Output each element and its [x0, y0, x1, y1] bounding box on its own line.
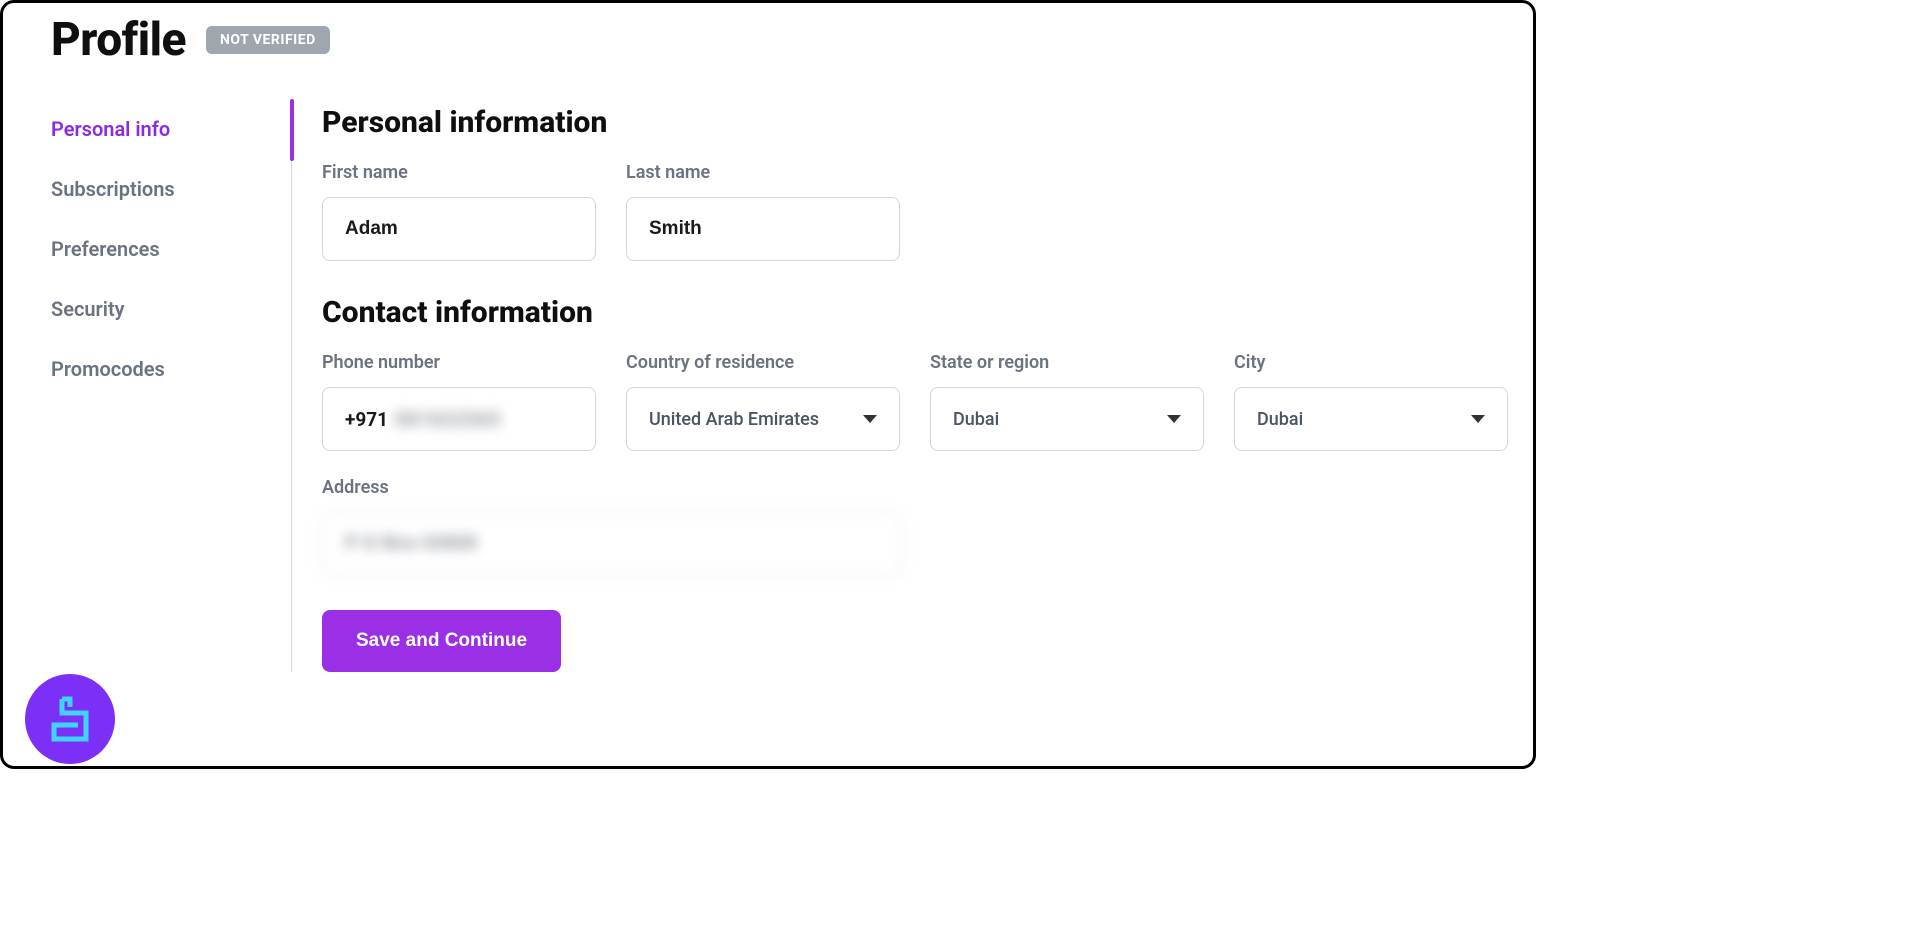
- address-label: Address: [322, 477, 902, 498]
- main-panel: Personal information First name Last nam…: [291, 99, 1533, 672]
- chevron-down-icon: [863, 415, 877, 423]
- sidebar-item-label: Promocodes: [51, 357, 165, 381]
- sidebar-item-subscriptions[interactable]: Subscriptions: [51, 159, 291, 219]
- country-label: Country of residence: [626, 352, 900, 373]
- city-group: City Dubai: [1234, 352, 1508, 451]
- page-title: Profile: [51, 13, 186, 67]
- sidebar-item-label: Security: [51, 297, 125, 321]
- last-name-label: Last name: [626, 162, 900, 183]
- sidebar-item-label: Subscriptions: [51, 177, 175, 201]
- sidebar-item-label: Personal info: [51, 117, 170, 141]
- name-row: First name Last name: [322, 162, 1513, 261]
- sidebar-active-accent: [290, 99, 294, 161]
- verification-badge: NOT VERIFIED: [206, 26, 330, 54]
- chevron-down-icon: [1167, 415, 1181, 423]
- address-row: Address: [322, 477, 1513, 576]
- save-continue-button[interactable]: Save and Continue: [322, 610, 561, 672]
- content: Personal info Subscriptions Preferences …: [3, 99, 1533, 672]
- phone-input[interactable]: +971 581022565: [322, 387, 596, 451]
- sidebar-item-promocodes[interactable]: Promocodes: [51, 339, 291, 399]
- phone-label: Phone number: [322, 352, 596, 373]
- state-value: Dubai: [953, 409, 999, 430]
- first-name-label: First name: [322, 162, 596, 183]
- contact-row-1: Phone number +971 581022565 Country of r…: [322, 352, 1513, 451]
- personal-info-heading: Personal information: [322, 105, 1513, 140]
- phone-group: Phone number +971 581022565: [322, 352, 596, 451]
- state-select[interactable]: Dubai: [930, 387, 1204, 451]
- city-value: Dubai: [1257, 409, 1303, 430]
- city-label: City: [1234, 352, 1508, 373]
- sidebar-item-preferences[interactable]: Preferences: [51, 219, 291, 279]
- profile-container: Profile NOT VERIFIED Personal info Subsc…: [0, 0, 1536, 769]
- country-group: Country of residence United Arab Emirate…: [626, 352, 900, 451]
- last-name-input[interactable]: [626, 197, 900, 261]
- phone-obscured: 581022565: [394, 408, 501, 431]
- sidebar-item-security[interactable]: Security: [51, 279, 291, 339]
- sidebar-item-label: Preferences: [51, 237, 160, 261]
- address-input[interactable]: [322, 512, 902, 576]
- state-label: State or region: [930, 352, 1204, 373]
- header: Profile NOT VERIFIED: [3, 3, 1533, 71]
- brand-logo: [25, 674, 115, 764]
- country-value: United Arab Emirates: [649, 409, 819, 430]
- country-select[interactable]: United Arab Emirates: [626, 387, 900, 451]
- sidebar-item-personal-info[interactable]: Personal info: [51, 99, 291, 159]
- state-group: State or region Dubai: [930, 352, 1204, 451]
- first-name-group: First name: [322, 162, 596, 261]
- chevron-down-icon: [1471, 415, 1485, 423]
- address-group: Address: [322, 477, 902, 576]
- first-name-input[interactable]: [322, 197, 596, 261]
- city-select[interactable]: Dubai: [1234, 387, 1508, 451]
- last-name-group: Last name: [626, 162, 900, 261]
- contact-info-heading: Contact information: [322, 295, 1513, 330]
- sidebar: Personal info Subscriptions Preferences …: [3, 99, 291, 672]
- logo-icon: [42, 691, 98, 747]
- phone-prefix: +971: [345, 408, 388, 431]
